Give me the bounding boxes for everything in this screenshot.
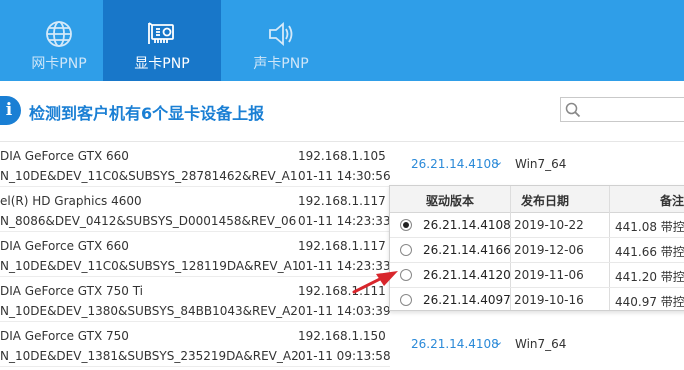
- driver-option[interactable]: 26.21.14.4108 2019-10-22 441.08 带控制面板: [390, 213, 684, 238]
- driver-version: 26.21.14.4108: [423, 218, 511, 232]
- device-name: DIA GeForce GTX 660: [0, 149, 129, 163]
- device-row[interactable]: el(R) HD Graphics 4600 N_8086&DEV_0412&S…: [0, 187, 391, 232]
- device-ip: 192.168.1.105: [298, 149, 386, 163]
- driver-version: 26.21.14.4097: [423, 293, 511, 307]
- report-time: 01-11 14:23:33: [298, 214, 391, 228]
- search-icon: [565, 102, 581, 118]
- radio-button[interactable]: [400, 244, 412, 256]
- tab-label: 网卡PNP: [31, 56, 87, 72]
- device-ip: 192.168.1.117: [298, 194, 386, 208]
- graphics-card-icon: [148, 22, 174, 44]
- radio-button[interactable]: [400, 269, 412, 281]
- driver-note: 441.08 带控制面板: [615, 220, 684, 234]
- device-row[interactable]: DIA GeForce GTX 750 Ti N_10DE&DEV_1380&S…: [0, 277, 391, 322]
- driver-version-select[interactable]: 26.21.14.4108: [411, 157, 499, 171]
- device-hwid: N_10DE&DEV_11C0&SUBSYS_128119DA&REV_A1: [0, 259, 300, 273]
- tab-graphics-pnp[interactable]: 显卡PNP: [103, 0, 221, 81]
- red-arrow-icon: [352, 271, 398, 294]
- driver-note: 440.97 带控制面板: [615, 295, 684, 309]
- dropdown-header: 驱动版本 发布日期 备注: [390, 186, 684, 213]
- driver-option[interactable]: 26.21.14.4166 2019-12-06 441.66 带控制面板: [390, 238, 684, 263]
- top-tab-bar: 网卡PNP 显卡PNP 声卡PNP: [0, 0, 684, 81]
- release-date: 2019-12-06: [514, 243, 584, 257]
- tab-label: 显卡PNP: [134, 56, 190, 72]
- device-hwid: N_8086&DEV_0412&SUBSYS_D0001458&REV_06: [0, 214, 297, 228]
- release-date: 2019-10-16: [514, 293, 584, 307]
- device-name: DIA GeForce GTX 750 Ti: [0, 284, 144, 298]
- device-name: el(R) HD Graphics 4600: [0, 194, 142, 208]
- report-time: 01-11 14:30:56: [298, 169, 391, 183]
- driver-note: 441.20 带控制面板: [615, 270, 684, 284]
- device-hwid: N_10DE&DEV_11C0&SUBSYS_28781462&REV_A1: [0, 169, 298, 183]
- device-ip: 192.168.1.150: [298, 329, 386, 343]
- device-row[interactable]: DIA GeForce GTX 660 N_10DE&DEV_11C0&SUBS…: [0, 142, 391, 187]
- driver-note: 441.66 带控制面板: [615, 245, 684, 259]
- driver-version: 26.21.14.4166: [423, 243, 511, 257]
- tab-network-pnp[interactable]: 网卡PNP: [0, 0, 118, 81]
- column-header: 驱动版本: [426, 194, 475, 208]
- device-ip: 192.168.1.117: [298, 239, 386, 253]
- release-date: 2019-10-22: [514, 218, 584, 232]
- device-name: DIA GeForce GTX 660: [0, 239, 129, 253]
- app-window: 网卡PNP 显卡PNP 声卡PNP i 检测到客户机有6个显卡设备上报 DIA …: [0, 0, 684, 370]
- radio-button[interactable]: [400, 294, 412, 306]
- page-title: 检测到客户机有6个显卡设备上报: [29, 104, 265, 123]
- radio-button[interactable]: [400, 219, 412, 231]
- search-input[interactable]: [560, 97, 684, 122]
- tab-label: 声卡PNP: [253, 56, 309, 72]
- device-name: DIA GeForce GTX 750: [0, 329, 129, 343]
- chevron-down-icon[interactable]: ⌄: [494, 335, 503, 348]
- os-label: Win7_64: [515, 337, 567, 351]
- driver-version-select[interactable]: 26.21.14.4108: [411, 337, 499, 351]
- driver-version: 26.21.14.4120: [423, 268, 511, 282]
- tab-sound-pnp[interactable]: 声卡PNP: [222, 0, 340, 81]
- speaker-icon: [269, 22, 293, 46]
- os-label: Win7_64: [515, 157, 567, 171]
- device-row[interactable]: DIA GeForce GTX 750 N_10DE&DEV_1381&SUBS…: [0, 322, 391, 367]
- release-date: 2019-11-06: [514, 268, 584, 282]
- report-time: 01-11 09:13:58: [298, 349, 391, 363]
- globe-icon: [46, 21, 72, 47]
- chevron-down-icon[interactable]: ⌄: [494, 155, 503, 168]
- driver-version-dropdown: 驱动版本 发布日期 备注 26.21.14.4108 2019-10-22 44…: [389, 185, 684, 311]
- device-hwid: N_10DE&DEV_1380&SUBSYS_84BB1043&REV_A2: [0, 304, 298, 318]
- column-header: 发布日期: [521, 194, 570, 208]
- driver-option[interactable]: 26.21.14.4120 2019-11-06 441.20 带控制面板: [390, 263, 684, 288]
- column-header: 备注: [660, 194, 684, 208]
- driver-option[interactable]: 26.21.14.4097 2019-10-16 440.97 带控制面板: [390, 288, 684, 310]
- device-hwid: N_10DE&DEV_1381&SUBSYS_235219DA&REV_A2: [0, 349, 299, 363]
- device-row[interactable]: DIA GeForce GTX 660 N_10DE&DEV_11C0&SUBS…: [0, 232, 391, 277]
- report-time: 01-11 14:03:39: [298, 304, 391, 318]
